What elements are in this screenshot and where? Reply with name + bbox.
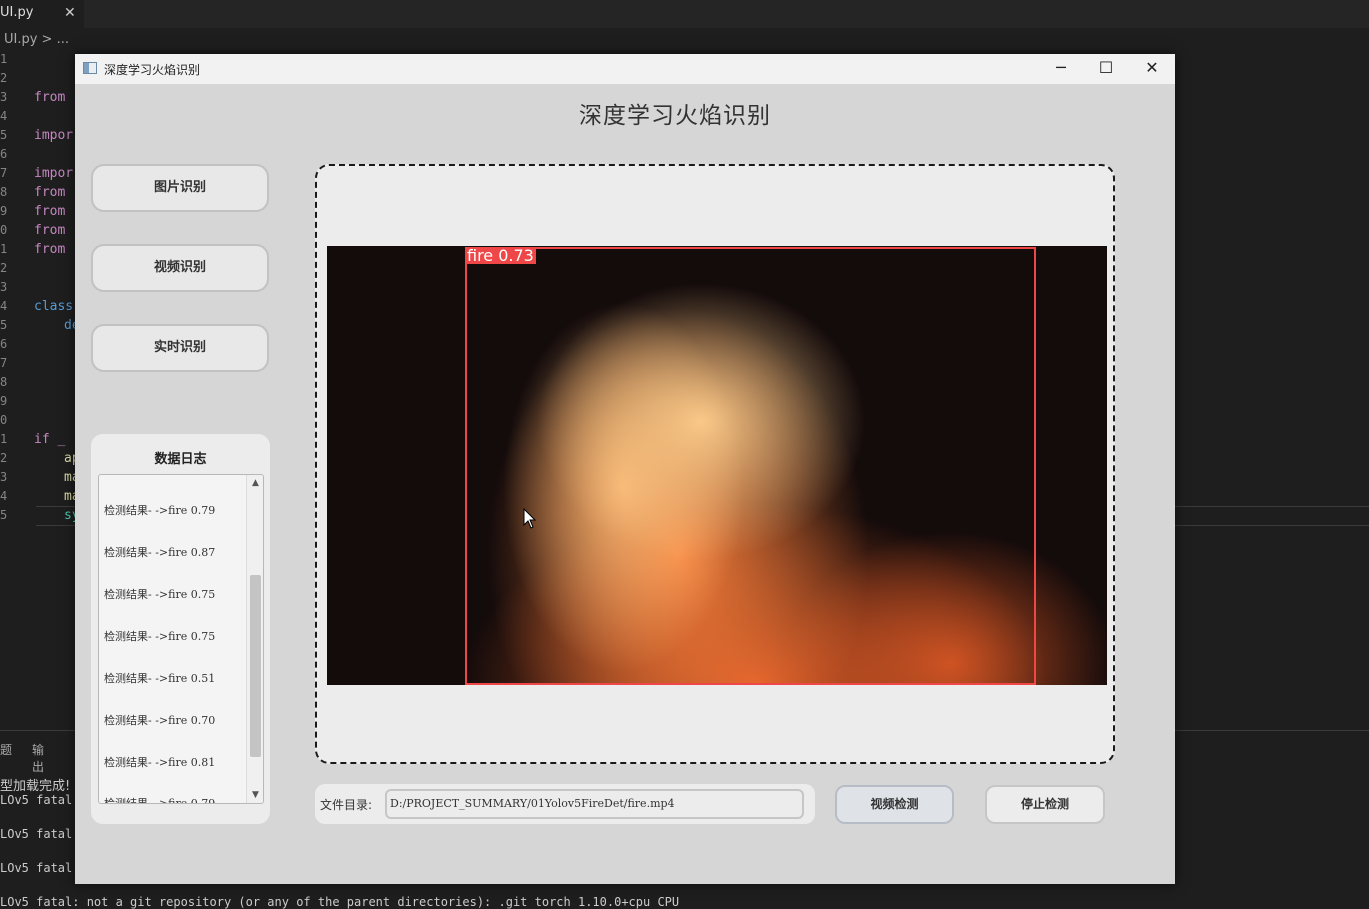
minimize-button[interactable]: ─ bbox=[1038, 54, 1084, 84]
data-log-list[interactable]: 检测结果- ->fire 0.79 检测结果- ->fire 0.87 检测结果… bbox=[98, 474, 264, 804]
window-title: 深度学习火焰识别 bbox=[104, 63, 201, 77]
line-number: 7 bbox=[0, 356, 8, 370]
page-title: 深度学习火焰识别 bbox=[579, 103, 771, 129]
log-scrollbar[interactable]: ▲ ▼ bbox=[246, 475, 263, 803]
line-number: 3 bbox=[0, 470, 8, 484]
line-number: 1 bbox=[0, 242, 8, 256]
line-number: 1 bbox=[0, 52, 8, 66]
list-item: 检测结果- ->fire 0.79 bbox=[104, 797, 216, 804]
app-window: 深度学习火焰识别 ─ ☐ ✕ 深度学习火焰识别 图片识别 视频识别 实时识别 数… bbox=[75, 54, 1175, 884]
line-number: 9 bbox=[0, 204, 8, 218]
realtime-recognition-button[interactable]: 实时识别 bbox=[91, 324, 269, 372]
line-number: 4 bbox=[0, 299, 8, 313]
file-path-label: 文件目录: bbox=[320, 798, 373, 812]
code-token: from bbox=[34, 223, 66, 238]
code-token: from bbox=[34, 242, 66, 257]
line-number: 9 bbox=[0, 394, 8, 408]
file-path-input[interactable]: D:/PROJECT_SUMMARY/01Yolov5FireDet/fire.… bbox=[385, 789, 804, 819]
line-number: 4 bbox=[0, 109, 8, 123]
list-item: 检测结果- ->fire 0.81 bbox=[104, 756, 216, 769]
tab-problems[interactable]: 题 bbox=[0, 741, 12, 758]
video-frame: fire 0.73 bbox=[327, 246, 1107, 685]
code-token: class bbox=[34, 299, 74, 314]
line-number: 8 bbox=[0, 185, 8, 199]
app-window-icon bbox=[83, 62, 97, 74]
line-number: 2 bbox=[0, 451, 8, 465]
scrollbar-thumb[interactable] bbox=[250, 575, 261, 757]
line-number: 5 bbox=[0, 508, 8, 522]
line-number: 3 bbox=[0, 90, 8, 104]
data-log-title: 数据日志 bbox=[154, 452, 207, 467]
line-number: 2 bbox=[0, 261, 8, 275]
stop-detect-button[interactable]: 停止检测 bbox=[985, 785, 1105, 824]
line-number: 3 bbox=[0, 280, 8, 294]
scroll-down-icon[interactable]: ▼ bbox=[248, 787, 263, 803]
close-button[interactable]: ✕ bbox=[1129, 54, 1175, 84]
code-token: impor bbox=[34, 128, 74, 143]
editor-tab-ui-py[interactable]: UI.py ✕ bbox=[0, 0, 84, 28]
list-item: 检测结果- ->fire 0.51 bbox=[104, 672, 216, 685]
line-number: 0 bbox=[0, 223, 8, 237]
list-item: 检测结果- ->fire 0.70 bbox=[104, 714, 216, 727]
line-number: 8 bbox=[0, 375, 8, 389]
code-token: from bbox=[34, 90, 66, 105]
detection-label: fire 0.73 bbox=[465, 246, 536, 265]
tab-output[interactable]: 输出 bbox=[32, 741, 44, 775]
close-icon[interactable]: ✕ bbox=[64, 0, 76, 26]
detection-box bbox=[465, 247, 1036, 685]
line-number: 6 bbox=[0, 147, 8, 161]
data-log-panel: 数据日志 检测结果- ->fire 0.79 检测结果- ->fire 0.87… bbox=[91, 434, 270, 824]
output-line: LOv5 fatal: not a git repository (or any… bbox=[0, 895, 680, 909]
output-line: 型加载完成! bbox=[0, 779, 71, 794]
image-recognition-button[interactable]: 图片识别 bbox=[91, 164, 269, 212]
line-number: 0 bbox=[0, 413, 8, 427]
code-token: if _ bbox=[34, 432, 66, 447]
scroll-up-icon[interactable]: ▲ bbox=[248, 475, 263, 491]
file-path-group: 文件目录: D:/PROJECT_SUMMARY/01Yolov5FireDet… bbox=[315, 784, 815, 824]
code-token: from bbox=[34, 204, 66, 219]
list-item: 检测结果- ->fire 0.75 bbox=[104, 630, 216, 643]
title-bar[interactable]: 深度学习火焰识别 ─ ☐ ✕ bbox=[75, 54, 1175, 84]
mouse-cursor-icon bbox=[523, 508, 537, 529]
code-token: impor bbox=[34, 166, 74, 181]
code-token: from bbox=[34, 185, 66, 200]
line-number: 5 bbox=[0, 128, 8, 142]
list-item: 检测结果- ->fire 0.87 bbox=[104, 546, 216, 559]
video-recognition-button[interactable]: 视频识别 bbox=[91, 244, 269, 292]
output-line: LOv5 fatal bbox=[0, 827, 73, 841]
editor-tab-bar: UI.py ✕ bbox=[0, 0, 1369, 28]
line-number: 4 bbox=[0, 489, 8, 503]
video-detect-button[interactable]: 视频检测 bbox=[835, 785, 954, 824]
detection-display-frame: fire 0.73 bbox=[315, 164, 1115, 764]
output-line: LOv5 fatal bbox=[0, 793, 73, 807]
line-number: 2 bbox=[0, 71, 8, 85]
editor-tab-label: UI.py bbox=[0, 5, 34, 20]
list-item: 检测结果- ->fire 0.75 bbox=[104, 588, 216, 601]
list-item: 检测结果- ->fire 0.79 bbox=[104, 504, 216, 517]
line-number: 7 bbox=[0, 166, 8, 180]
line-number: 5 bbox=[0, 318, 8, 332]
maximize-button[interactable]: ☐ bbox=[1083, 54, 1129, 84]
line-number: 1 bbox=[0, 432, 8, 446]
line-number: 6 bbox=[0, 337, 8, 351]
output-line: LOv5 fatal bbox=[0, 861, 73, 875]
breadcrumb[interactable]: UI.py > ... bbox=[4, 32, 69, 47]
